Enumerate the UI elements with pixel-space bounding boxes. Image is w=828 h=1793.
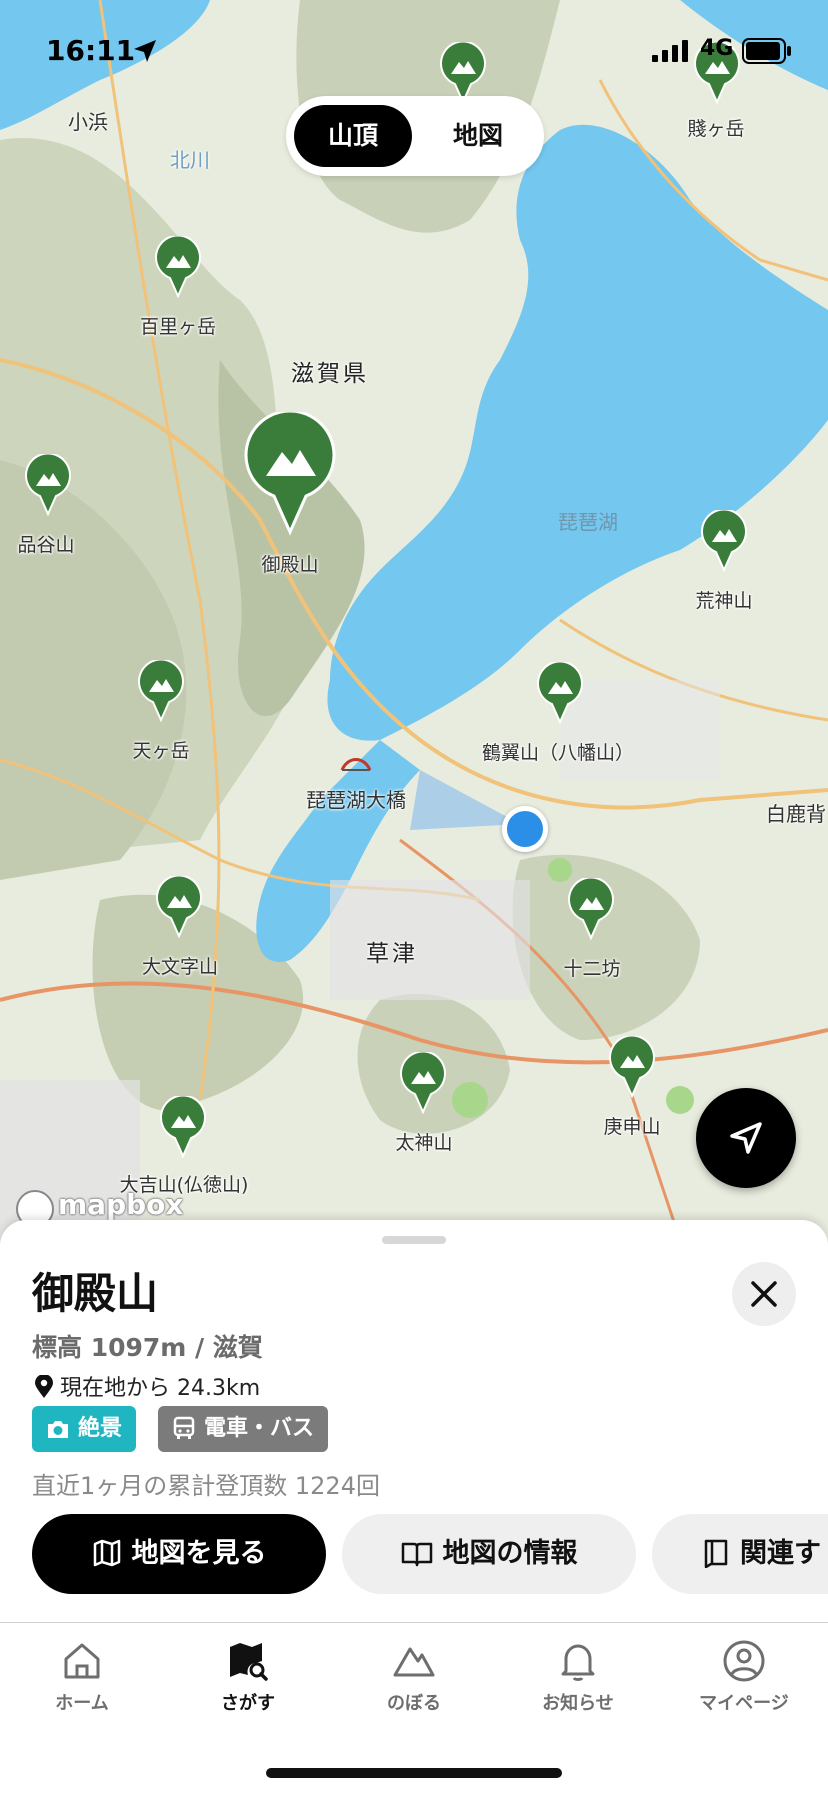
home-indicator [266,1768,562,1778]
peak-pin[interactable] [536,660,584,725]
tab-notifications[interactable]: お知らせ [508,1639,648,1715]
map-info-label: 地図の情報 [442,1538,578,1569]
mountain-icon [393,1647,435,1677]
summit-count-stats: 直近1ヶ月の累計登頂数 1224回 [32,1472,380,1500]
scenic-tag[interactable]: 絶景 [32,1406,137,1452]
peak-pin[interactable] [700,508,748,573]
tab-mypage[interactable]: マイページ [674,1639,814,1715]
tab-climb[interactable]: のぼる [344,1639,484,1715]
recenter-location-button[interactable] [696,1088,796,1188]
tab-home[interactable]: ホーム [12,1639,152,1715]
sheet-handle[interactable] [382,1236,446,1244]
peak-elevation: 標高 1097m / 滋賀 [32,1333,263,1362]
peak-pin[interactable] [24,452,72,517]
bus-icon [173,1416,195,1439]
view-mode-toggle[interactable]: 山頂 地図 [286,96,544,176]
place-label-kitagawa: 北川 [170,148,210,172]
distance-text: 現在地から 24.3km [60,1376,261,1401]
peak-label: 鶴翼山（八幡山） [481,742,635,764]
home-icon [64,1643,100,1679]
related-button[interactable]: 関連す [652,1514,828,1594]
peak-label: 太神山 [395,1132,453,1154]
peak-label: 御殿山 [261,554,319,576]
battery-icon [742,38,791,64]
peak-pin[interactable] [154,234,202,299]
map-icon [93,1539,120,1567]
close-icon [751,1281,777,1307]
peak-pin[interactable] [608,1034,656,1099]
peak-label: 庚申山 [603,1116,661,1138]
place-label-obama: 小浜 [68,110,108,134]
peak-detail-sheet: 御殿山 標高 1097m / 滋賀 現在地から 24.3km 絶景 電車・バス … [0,1220,828,1622]
peak-label: 百里ヶ岳 [139,316,217,338]
view-map-label: 地図を見る [131,1538,267,1569]
tab-search-label: さがす [221,1693,275,1714]
status-time: 16:11 [46,34,136,67]
map-view[interactable]: 小浜 北川 滋賀県 琵琶湖 琵琶湖大橋 草津 白鹿背 賤ヶ岳 百里ヶ岳 御殿山 … [0,0,828,1240]
tab-home-label: ホーム [55,1693,109,1714]
segment-summit[interactable]: 山頂 [294,105,412,167]
network-type: 4G [700,36,734,61]
place-label-shirakashi: 白鹿背 [766,802,826,826]
tab-search[interactable]: さがす [178,1639,318,1715]
tab-notifications-label: お知らせ [542,1693,614,1714]
selected-peak-pin[interactable] [242,409,338,536]
transit-tag-label: 電車・バス [204,1416,315,1441]
peak-pin[interactable] [399,1050,447,1115]
peak-label: 十二坊 [563,958,621,980]
bridge-icon [340,758,372,771]
bell-icon [561,1644,595,1681]
peak-label: 荒神山 [695,590,753,612]
place-label-biwako: 琵琶湖 [558,510,618,534]
view-map-button[interactable]: 地図を見る [32,1514,326,1594]
peak-distance: 現在地から 24.3km [34,1370,260,1402]
related-label: 関連す [740,1538,821,1569]
person-icon [723,1640,765,1682]
peak-label: 天ヶ岳 [132,740,190,762]
navigation-arrow-icon [730,1122,762,1154]
mapbox-attribution[interactable]: mapbox [58,1188,183,1221]
map-search-icon [230,1643,268,1681]
tab-mypage-label: マイページ [699,1693,789,1714]
book-icon [401,1542,432,1567]
location-pin-icon [35,1374,53,1398]
scenic-tag-label: 絶景 [78,1416,123,1441]
transit-tag[interactable]: 電車・バス [158,1406,329,1452]
segment-map[interactable]: 地図 [420,105,536,167]
place-label-bridge: 琵琶湖大橋 [306,788,406,812]
map-info-button[interactable]: 地図の情報 [342,1514,636,1594]
peak-label: 品谷山 [17,534,75,556]
close-button[interactable] [732,1262,796,1326]
peak-label: 大文字山 [141,956,219,978]
bookmark-panel-icon [704,1539,728,1569]
status-bar: 16:11 4G [0,28,828,72]
peak-pin[interactable] [159,1094,207,1159]
location-arrow-icon [134,40,156,62]
peak-pin[interactable] [155,874,203,939]
place-label-kusatsu: 草津 [366,941,418,967]
peak-pin[interactable] [137,658,185,723]
signal-icon [652,40,688,62]
peak-pin[interactable] [567,876,615,941]
tab-climb-label: のぼる [387,1693,441,1714]
peak-label: 賤ヶ岳 [687,118,745,140]
peak-title: 御殿山 [32,1269,159,1318]
place-label-shiga: 滋賀県 [291,361,369,387]
current-location-dot [502,806,548,852]
camera-icon [48,1421,68,1438]
